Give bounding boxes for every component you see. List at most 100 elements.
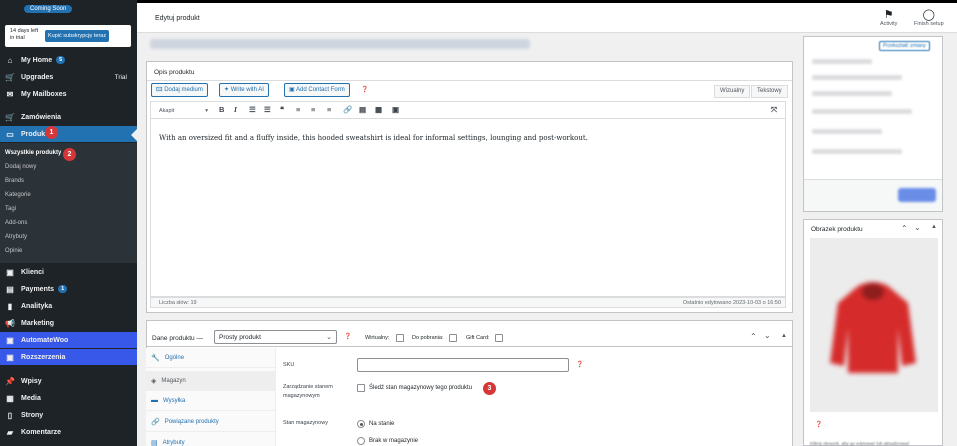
automatewoo-icon: ▣ (6, 335, 14, 345)
product-data-tabs: 🔧 Ogólne ◈ Magazyn ▬ Wysyłka 🔗 Powiązane pro… (146, 348, 276, 446)
virtual-checkbox[interactable] (396, 334, 404, 342)
blockquote-icon[interactable]: ❝ (280, 105, 284, 114)
comment-icon: ▰ (6, 427, 14, 437)
tab-visual[interactable]: Wizualny (714, 85, 751, 98)
tab-linked-products[interactable]: 🔗 Powiązane produkty (146, 412, 276, 432)
chevron-down-icon: ⌄ (326, 334, 332, 341)
menu-orders[interactable]: 🛒 Zamówienia (0, 109, 137, 125)
menu-my-home[interactable]: ⌂ My Home 5 (0, 52, 137, 68)
sku-input[interactable] (357, 358, 569, 372)
table-icon[interactable]: ▣ (392, 105, 399, 114)
downloadable-checkbox[interactable] (449, 334, 457, 342)
menu-my-mailboxes[interactable]: ✉ My Mailboxes (0, 86, 137, 102)
menu-extensions[interactable]: ▣ Rozszerzenia (0, 349, 137, 365)
help-icon[interactable]: ❓ (576, 361, 583, 368)
step-badge-1: 1 (45, 126, 58, 139)
chevron-up-icon[interactable]: ⌃ (750, 332, 757, 341)
help-icon[interactable]: ❓ (344, 333, 351, 340)
menu-posts[interactable]: 📌 Wpisy (0, 373, 137, 389)
menu-products[interactable]: ▭ Produkty (0, 126, 137, 142)
chevron-down-icon[interactable]: ⌄ (914, 223, 921, 232)
toolbar-toggle-icon[interactable]: ▦ (375, 105, 382, 114)
more-tag-icon[interactable]: ▤ (359, 105, 366, 114)
tab-text[interactable]: Tekstowy (751, 85, 788, 98)
menu-label: Marketing (21, 319, 55, 327)
menu-upgrades[interactable]: 🛒 Upgrades Trial (0, 69, 137, 85)
submenu-attributes[interactable]: Atrybuty (5, 234, 27, 240)
bold-icon[interactable]: B (219, 105, 224, 114)
format-select[interactable]: Akapit ▾ (155, 105, 211, 116)
finish-setup-button[interactable]: ◯ Finish setup (914, 9, 944, 27)
coming-soon-badge[interactable]: Coming Soon (24, 5, 73, 13)
align-right-icon[interactable]: ≡ (327, 105, 331, 114)
bullet-list-icon[interactable]: ☰ (249, 105, 256, 114)
stock-icon: ◈ (151, 377, 157, 385)
in-stock-text: Na stanie (369, 421, 395, 427)
notification-badge: 1 (58, 285, 68, 293)
product-data-header: Dane produktu — Prosty produkt ⌄ ❓ Wirtu… (146, 327, 793, 347)
link-icon[interactable]: 🔗 (343, 105, 352, 114)
tab-label: Powiązane produkty (164, 418, 219, 425)
help-icon[interactable]: ❓ (361, 86, 368, 93)
editor-text: With an oversized fit and a fluffy insid… (159, 134, 588, 142)
update-button[interactable] (898, 188, 936, 202)
add-contact-form-button[interactable]: ▣ Add Contact Form (284, 83, 350, 97)
menu-label: Klienci (21, 268, 44, 276)
menu-marketing[interactable]: 📢 Marketing (0, 315, 137, 331)
finish-setup-label: Finish setup (914, 21, 944, 27)
publish-box: Przekształć zmiany (803, 36, 943, 212)
menu-analytics[interactable]: ▮ Analityka (0, 298, 137, 314)
menu-payments[interactable]: ▤ Payments 1 (0, 281, 137, 297)
numbered-list-icon[interactable]: ☰ (264, 105, 271, 114)
menu-pages[interactable]: ▯ Strony (0, 407, 137, 423)
product-type-select[interactable]: Prosty produkt ⌄ (214, 330, 337, 344)
chevron-down-icon[interactable]: ⌄ (764, 331, 771, 340)
product-image-title: Obrazek produktu (811, 226, 863, 233)
align-left-icon[interactable]: ≡ (296, 105, 300, 114)
tab-attributes[interactable]: ▤ Atrybuty (146, 433, 276, 446)
align-center-icon[interactable]: ≡ (311, 105, 315, 114)
menu-automatewoo[interactable]: ▣ AutomateWoo (0, 332, 137, 348)
menu-media[interactable]: ▦ Media (0, 390, 137, 406)
manage-stock-checkbox[interactable] (357, 384, 365, 392)
sku-label: SKU (283, 362, 295, 368)
collapse-icon[interactable]: ▲ (931, 224, 937, 230)
downloadable-label: Do pobrania: (412, 335, 444, 341)
tab-inventory[interactable]: ◈ Magazyn (146, 371, 276, 391)
chevron-up-icon[interactable]: ⌃ (901, 224, 908, 233)
tab-general[interactable]: 🔧 Ogólne (146, 348, 276, 368)
write-with-ai-button[interactable]: ✦ Write with AI (219, 83, 269, 97)
pin-icon: 📌 (5, 376, 15, 386)
submenu-tags[interactable]: Tagi (5, 206, 16, 212)
editor-content[interactable]: With an oversized fit and a fluffy insid… (150, 119, 786, 297)
menu-customers[interactable]: ▣ Klienci (0, 264, 137, 280)
fullscreen-icon[interactable]: ⤧ (771, 105, 777, 115)
gift-card-checkbox[interactable] (495, 334, 503, 342)
menu-label: Rozszerzenia (21, 353, 66, 361)
step-badge-3: 3 (483, 382, 496, 395)
trial-label: Trial (114, 73, 127, 81)
submenu-all-products[interactable]: Wszystkie produkty (5, 150, 61, 156)
submenu-add-new[interactable]: Dodaj nowy (5, 164, 36, 170)
circle-progress-icon: ◯ (922, 9, 935, 21)
preview-changes-button[interactable]: Przekształć zmiany (879, 41, 930, 51)
italic-icon[interactable]: I (234, 105, 237, 114)
menu-label: Payments (21, 285, 55, 293)
submenu-categories[interactable]: Kategorie (5, 192, 31, 198)
product-title-field[interactable] (150, 39, 530, 49)
upgrade-button[interactable]: Kupić subskrypcję teraz (45, 30, 110, 42)
tab-label: Magazyn (161, 377, 186, 384)
sparkle-icon: ✦ (224, 87, 231, 93)
submenu-reviews[interactable]: Opinie (5, 248, 22, 254)
submenu-brands[interactable]: Brands (5, 178, 24, 184)
submenu-add-ons[interactable]: Add-ons (5, 220, 27, 226)
add-media-button[interactable]: 🖾 Dodaj medium (151, 83, 208, 97)
blurred-line (812, 149, 902, 154)
activity-label: Activity (880, 21, 898, 27)
menu-comments[interactable]: ▰ Komentarze (0, 424, 137, 440)
activity-button[interactable]: ⚑ Activity (880, 9, 897, 27)
tab-shipping[interactable]: ▬ Wysyłka (146, 391, 276, 411)
collapse-icon[interactable]: ▲ (781, 333, 787, 339)
out-of-stock-radio[interactable] (357, 437, 365, 445)
in-stock-radio[interactable] (357, 420, 365, 428)
